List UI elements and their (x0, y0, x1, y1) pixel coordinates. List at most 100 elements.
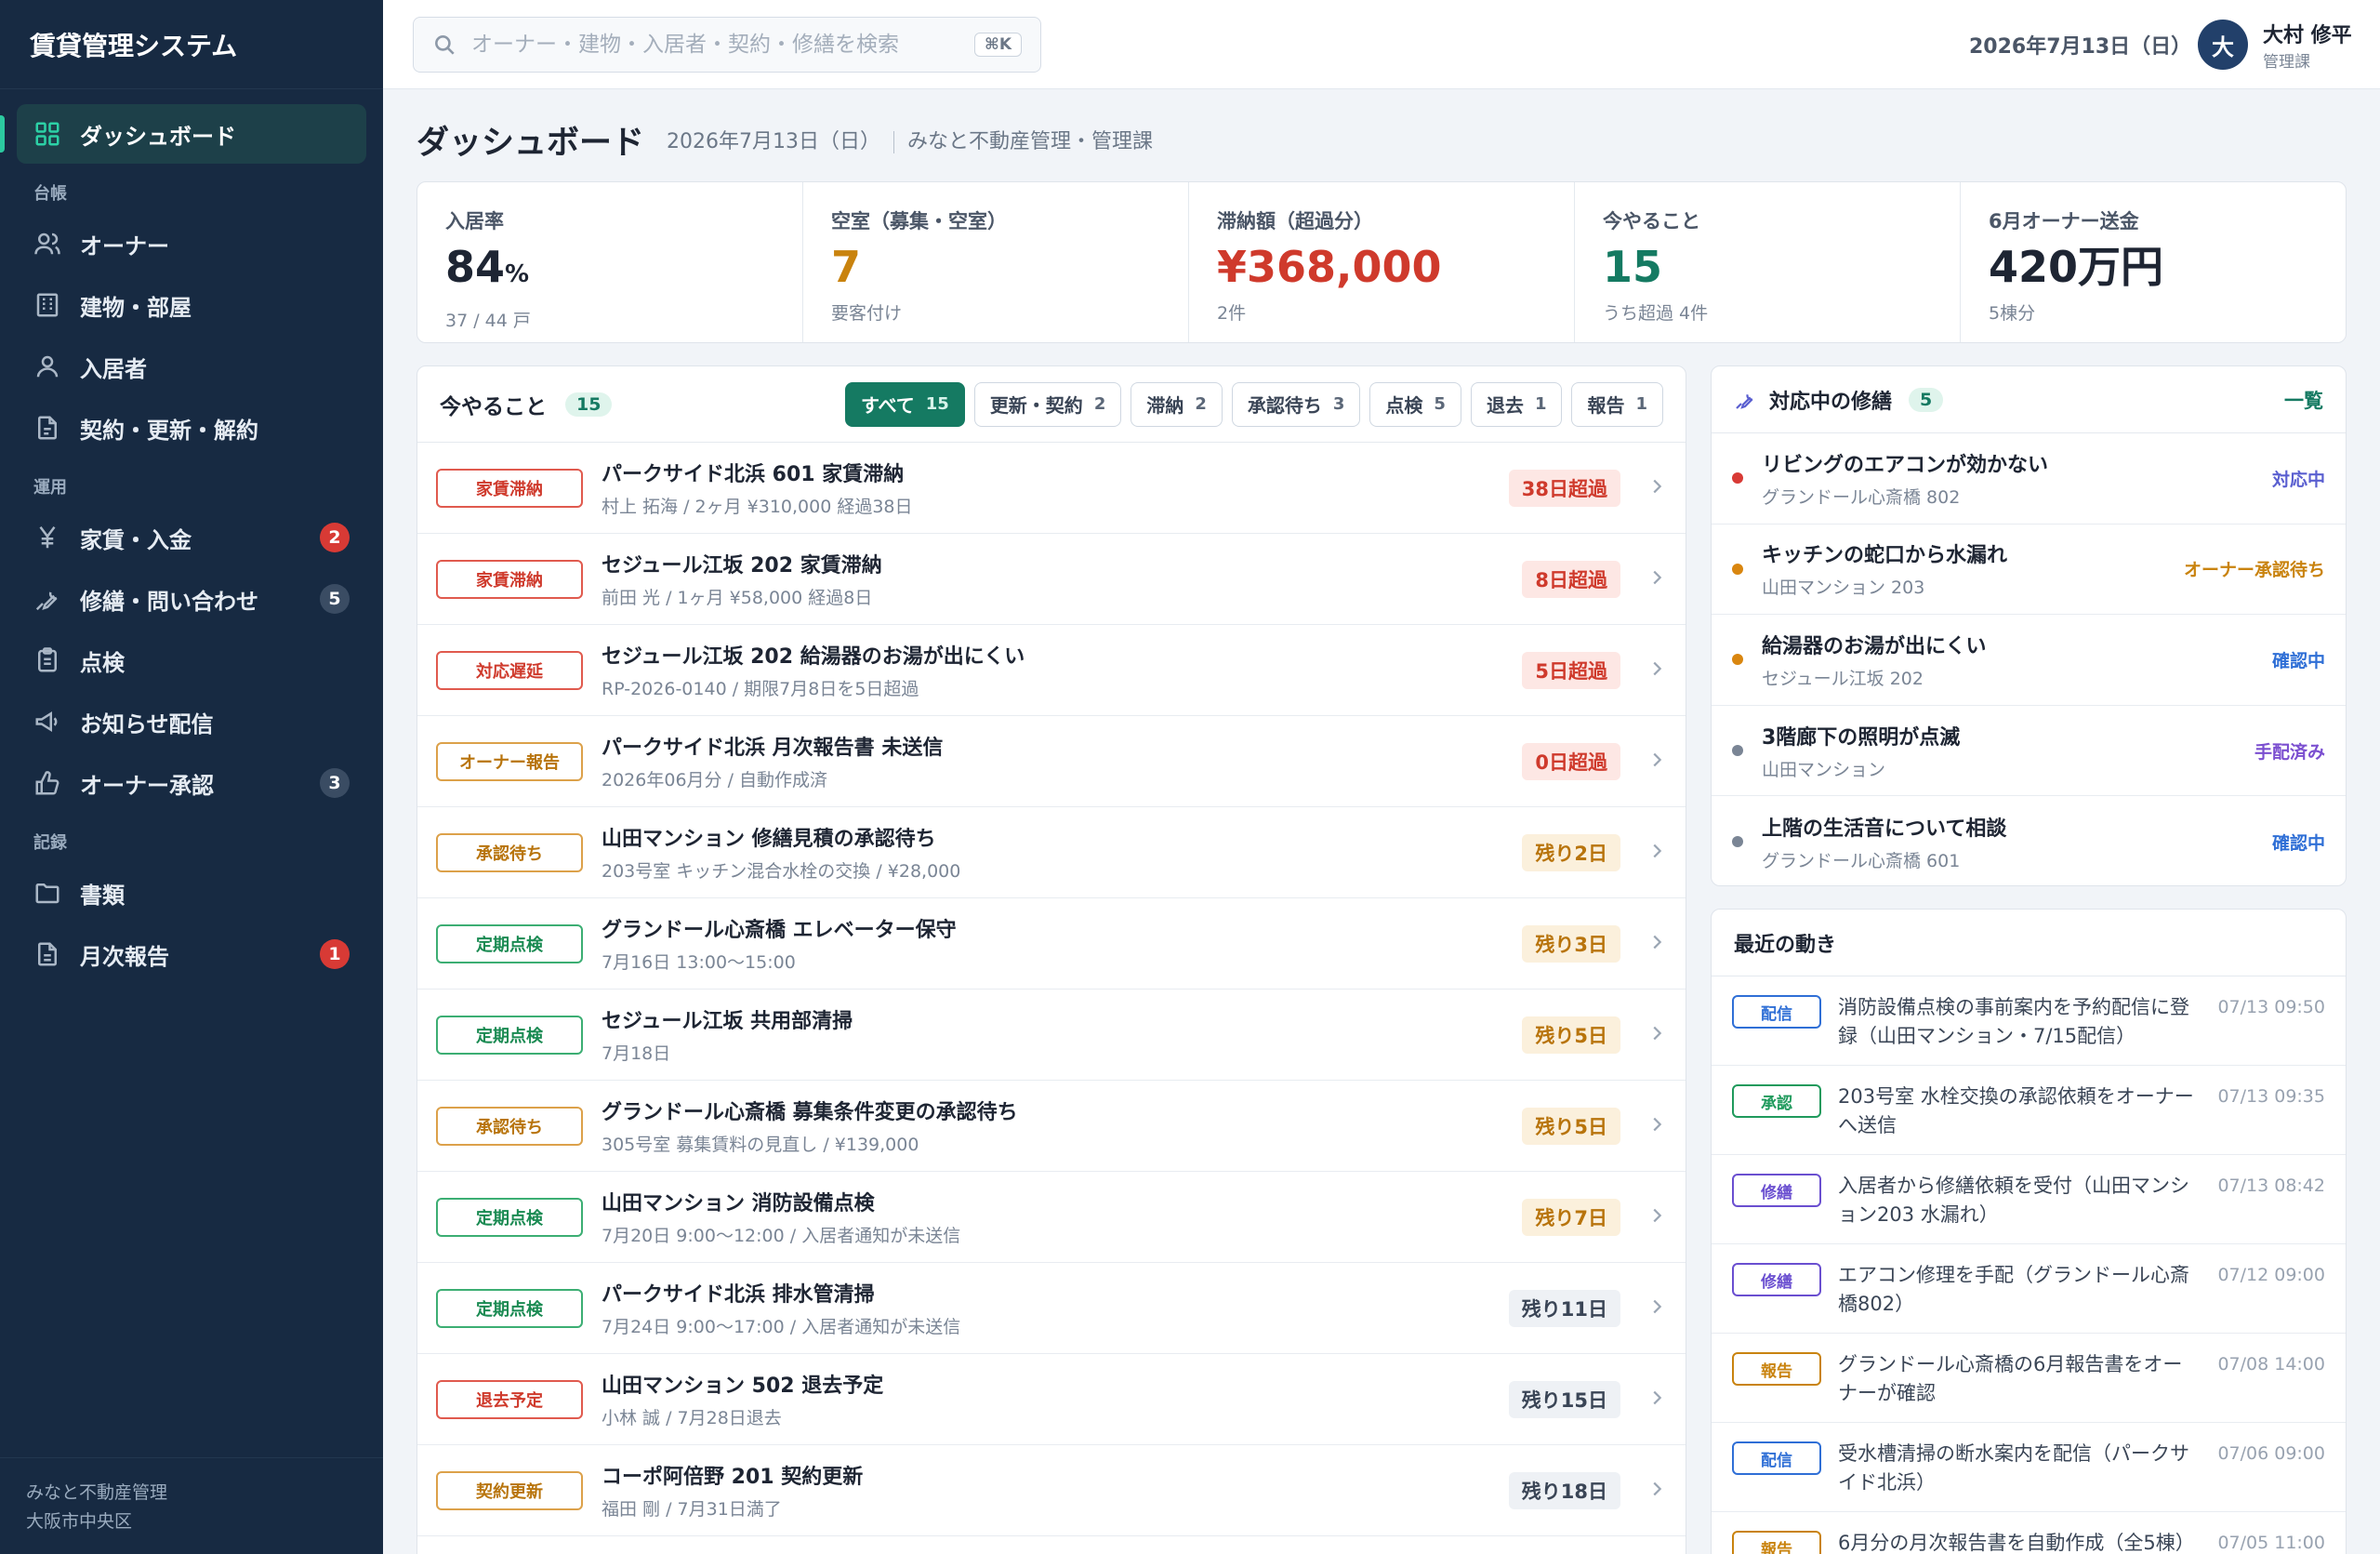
sidebar-item-building[interactable]: 建物・部屋 (17, 275, 366, 335)
activity-row[interactable]: 配信 受水槽清掃の断水案内を配信（パークサイド北浜） 07/06 09:00 (1712, 1423, 2346, 1512)
todo-text: セジュール江坂 共用部清掃 7月18日 (602, 1004, 1522, 1065)
activity-row[interactable]: 報告 6月分の月次報告書を自動作成（全5棟） 07/05 11:00 (1712, 1512, 2346, 1554)
todo-row[interactable]: 定期点検 パークサイド北浜 排水管清掃 7月24日 9:00〜17:00 / 入居者… (417, 1263, 1686, 1354)
chevron-right-icon (1646, 567, 1667, 591)
todo-row[interactable]: 契約更新 コーポ阿倍野 201 契約更新 福田 剛 / 7月31日満了 残り18日 (417, 1445, 1686, 1536)
activity-time: 07/08 14:00 (2217, 1354, 2325, 1375)
sidebar: 賃貸管理システム ダッシュボード 台帳 オーナー 建物・部屋 入居者 契約・更新・解約 運用… (0, 0, 383, 1554)
todo-category-tag: 承認待ち (436, 1106, 583, 1146)
todo-row[interactable]: 家賃滞納 パークサイド北浜 601 家賃滞納 村上 拓海 / 2ヶ月 ¥310,00… (417, 443, 1686, 534)
repair-row[interactable]: リビングのエアコンが効かない グランドール心斎橋 802 対応中 (1712, 433, 2346, 525)
todo-row[interactable]: 定期点検 グランドール心斎橋 エレベーター保守 7月16日 13:00〜15:00 残… (417, 898, 1686, 990)
todo-list: 家賃滞納 パークサイド北浜 601 家賃滞納 村上 拓海 / 2ヶ月 ¥310,00… (417, 443, 1686, 1536)
activity-row[interactable]: 修繕 入居者から修繕依頼を受付（山田マンション203 水漏れ） 07/13 08:4… (1712, 1155, 2346, 1244)
todo-filter-tab[interactable]: 滞納 2 (1130, 381, 1223, 427)
todo-filter-tab[interactable]: すべて 15 (844, 381, 965, 427)
repair-text: 上階の生活音について相談 グランドール心斎橋 601 (1762, 812, 2272, 872)
todo-filter-tab[interactable]: 更新・契約 2 (973, 381, 1122, 427)
todo-row[interactable]: 承認待ち グランドール心斎橋 募集条件変更の承認待ち 305号室 募集賃料の見直し … (417, 1081, 1686, 1172)
search-shortcut-hint: ⌘K (974, 33, 1022, 57)
todo-category-tag: 契約更新 (436, 1470, 583, 1510)
kpi-value-row: ¥368,000 (1217, 240, 1546, 294)
repair-title: 給湯器のお湯が出にくい (1762, 634, 1987, 658)
sidebar-item-thumbs-up[interactable]: オーナー承認 3 (17, 753, 366, 813)
sidebar-item-label: 修繕・問い合わせ (80, 588, 258, 615)
activity-text: エアコン修理を手配（グランドール心斎橋802） (1838, 1264, 2189, 1315)
user-menu[interactable]: 大 大村 修平 管理課 (2198, 0, 2352, 89)
activity-time: 07/06 09:00 (2217, 1443, 2325, 1464)
sidebar-item-person[interactable]: 入居者 (17, 337, 366, 396)
sidebar-item-contract[interactable]: 契約・更新・解約 (17, 398, 366, 458)
filter-count: 1 (1534, 394, 1547, 414)
activity-list: 配信 消防設備点検の事前案内を予約配信に登録（山田マンション・7/15配信） 07/… (1712, 976, 2346, 1554)
activity-time: 07/13 09:35 (2217, 1086, 2325, 1107)
sidebar-item-wrench[interactable]: 修繕・問い合わせ 5 (17, 569, 366, 629)
filter-label: 報告 (1587, 394, 1625, 417)
activity-row[interactable]: 配信 消防設備点検の事前案内を予約配信に登録（山田マンション・7/15配信） 07/… (1712, 976, 2346, 1066)
sidebar-item-megaphone[interactable]: お知らせ配信 (17, 692, 366, 751)
repair-row[interactable]: 3階廊下の照明が点滅 山田マンション 手配済み (1712, 706, 2346, 797)
repair-status: 手配済み (2254, 741, 2325, 763)
todo-row[interactable]: 定期点検 セジュール江坂 共用部清掃 7月18日 残り5日 (417, 990, 1686, 1081)
todo-row[interactable]: 定期点検 山田マンション 消防設備点検 7月20日 9:00〜12:00 / 入居者… (417, 1172, 1686, 1263)
todo-row[interactable]: 家賃滞納 セジュール江坂 202 家賃滞納 前田 光 / 1ヶ月 ¥58,000 経… (417, 534, 1686, 625)
kpi-card: 空室（募集・空室） 7 要客付け (803, 182, 1189, 342)
kpi-label: 空室（募集・空室） (831, 210, 1007, 232)
activity-header: 最近の動き (1712, 910, 2346, 976)
todo-category-tag: 退去予定 (436, 1379, 583, 1419)
todo-category-tag: 対応遅延 (436, 650, 583, 690)
repair-status: 確認中 (2271, 832, 2325, 854)
activity-row[interactable]: 報告 グランドール心斎橋の6月報告書をオーナーが確認 07/08 14:00 (1712, 1334, 2346, 1423)
todo-title: 今やること (440, 394, 547, 419)
sidebar-item-users[interactable]: オーナー (17, 214, 366, 273)
todo-category-tag: 定期点検 (436, 1197, 583, 1237)
repair-row[interactable]: キッチンの蛇口から水漏れ 山田マンション 203 オーナー承認待ち (1712, 525, 2346, 616)
repair-status: オーナー承認待ち (2183, 560, 2325, 581)
kpi-value: 15 (1603, 242, 1663, 292)
repairs-panel: 対応中の修繕 5 一覧 リビングのエアコンが効かない グランドール心斎橋 802 対… (1711, 365, 2347, 886)
repair-row[interactable]: 上階の生活音について相談 グランドール心斎橋 601 確認中 (1712, 796, 2346, 885)
activity-row[interactable]: 修繕 エアコン修理を手配（グランドール心斎橋802） 07/12 09:00 (1712, 1244, 2346, 1334)
todo-panel: 今やること 15 すべて 15 更新・契約 2 滞納 2 承認待ち 3 点検 5 退去 1 報告 1 家賃… (416, 365, 1686, 1554)
repair-row[interactable]: 給湯器のお湯が出にくい セジュール江坂 202 確認中 (1712, 615, 2346, 706)
sidebar-item-dashboard[interactable]: ダッシュボード (0, 104, 366, 164)
avatar: 大 (2198, 20, 2248, 70)
todo-category-tag: 定期点検 (436, 923, 583, 963)
kpi-card: 6月オーナー送金 420万円 5棟分 (1961, 182, 2346, 342)
todo-filter-tab[interactable]: 承認待ち 3 (1231, 381, 1361, 427)
sidebar-item-yen[interactable]: 家賃・入金 2 (17, 508, 366, 567)
repairs-view-all-link[interactable]: 一覧 (2284, 386, 2323, 414)
filter-label: 承認待ち (1247, 394, 1322, 417)
todo-row[interactable]: オーナー報告 パークサイド北浜 月次報告書 未送信 2026年06月分 / 自動作成… (417, 716, 1686, 807)
sidebar-item-count-badge: 2 (320, 523, 350, 552)
search-box[interactable]: ⌘K (413, 17, 1041, 73)
todo-filter-tab[interactable]: 退去 1 (1470, 381, 1563, 427)
todo-filter-tab[interactable]: 報告 1 (1571, 381, 1663, 427)
kpi-label: 入居率 (445, 210, 504, 232)
sidebar-item-document[interactable]: 月次報告 1 (17, 924, 366, 984)
activity-row[interactable]: 承認 203号室 水栓交換の承認依頼をオーナーへ送信 07/13 09:35 (1712, 1066, 2346, 1155)
sidebar-item-folder[interactable]: 書類 (17, 863, 366, 923)
sidebar-nav: ダッシュボード 台帳 オーナー 建物・部屋 入居者 契約・更新・解約 運用 家賃・入金 2 修繕・… (0, 89, 383, 984)
todo-row[interactable]: 退去予定 山田マンション 502 退去予定 小林 誠 / 7月28日退去 残り15日 (417, 1354, 1686, 1445)
todo-due-badge: 残り5日 (1522, 1107, 1620, 1145)
activity-time: 07/13 08:42 (2217, 1175, 2325, 1196)
todo-row[interactable]: 対応遅延 セジュール江坂 202 給湯器のお湯が出にくい RP-2026-0140 … (417, 625, 1686, 716)
page-date: 2026年7月13日（日） (667, 130, 880, 153)
activity-time: 07/12 09:00 (2217, 1265, 2325, 1285)
filter-label: すべて (860, 394, 915, 417)
kpi-value-row: 84% (445, 240, 774, 301)
todo-text: グランドール心斎橋 エレベーター保守 7月16日 13:00〜15:00 (602, 913, 1522, 974)
sidebar-item-clipboard[interactable]: 点検 (17, 631, 366, 690)
company-location: 大阪市中央区 (26, 1511, 133, 1532)
sidebar-item-label: オーナー (80, 232, 169, 259)
user-name: 大村 修平 (2263, 23, 2352, 47)
todo-row[interactable]: 承認待ち 山田マンション 修繕見積の承認待ち 203号室 キッチン混合水栓の交換 /… (417, 807, 1686, 898)
priority-dot (1732, 745, 1743, 757)
activity-text: 消防設備点検の事前案内を予約配信に登録（山田マンション・7/15配信） (1838, 996, 2189, 1047)
activity-title: 最近の動き (1734, 933, 1837, 957)
todo-detail: 小林 誠 / 7月28日退去 (602, 1408, 782, 1428)
todo-filter-tab[interactable]: 点検 5 (1369, 381, 1461, 427)
search-input[interactable] (471, 33, 975, 57)
sidebar-item-label: 月次報告 (80, 943, 169, 970)
